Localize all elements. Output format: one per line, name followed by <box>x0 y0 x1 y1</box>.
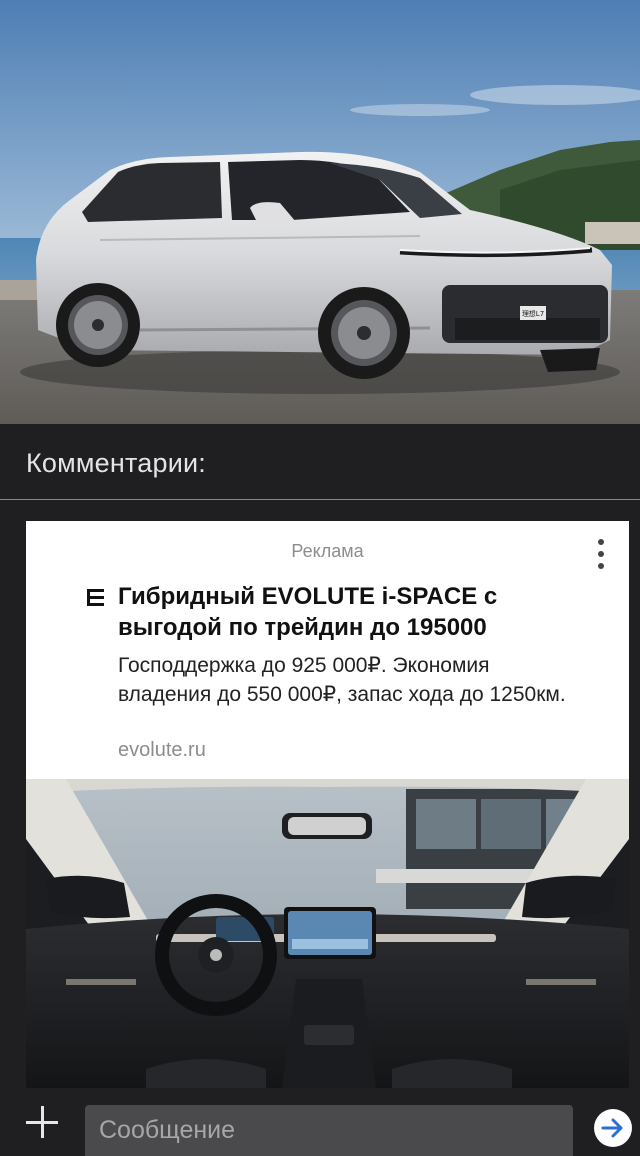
send-button[interactable] <box>594 1109 632 1147</box>
ad-label: Реклама <box>291 541 364 561</box>
ad-interior-image[interactable] <box>26 779 629 1088</box>
more-vertical-icon[interactable] <box>594 537 608 571</box>
arrow-right-icon <box>601 1118 623 1138</box>
message-composer <box>0 1088 640 1156</box>
comments-header: Комментарии: <box>0 424 640 500</box>
hero-car-image[interactable]: 理想L7 <box>0 0 640 424</box>
ad-card[interactable]: Реклама Гибридный EVOLUTE i-SPACE с выго… <box>26 521 629 1088</box>
ad-title[interactable]: Гибридный EVOLUTE i-SPACE с выгодой по т… <box>118 581 588 643</box>
ad-domain[interactable]: evolute.ru <box>118 739 206 762</box>
ad-description: Господдержка до 925 000₽. Экономия владе… <box>118 654 566 706</box>
message-input[interactable] <box>85 1105 573 1156</box>
evolute-logo-icon <box>87 589 104 606</box>
comments-title: Комментарии: <box>26 448 206 478</box>
plus-icon[interactable] <box>20 1100 64 1144</box>
plate-text: 理想L7 <box>522 309 544 318</box>
